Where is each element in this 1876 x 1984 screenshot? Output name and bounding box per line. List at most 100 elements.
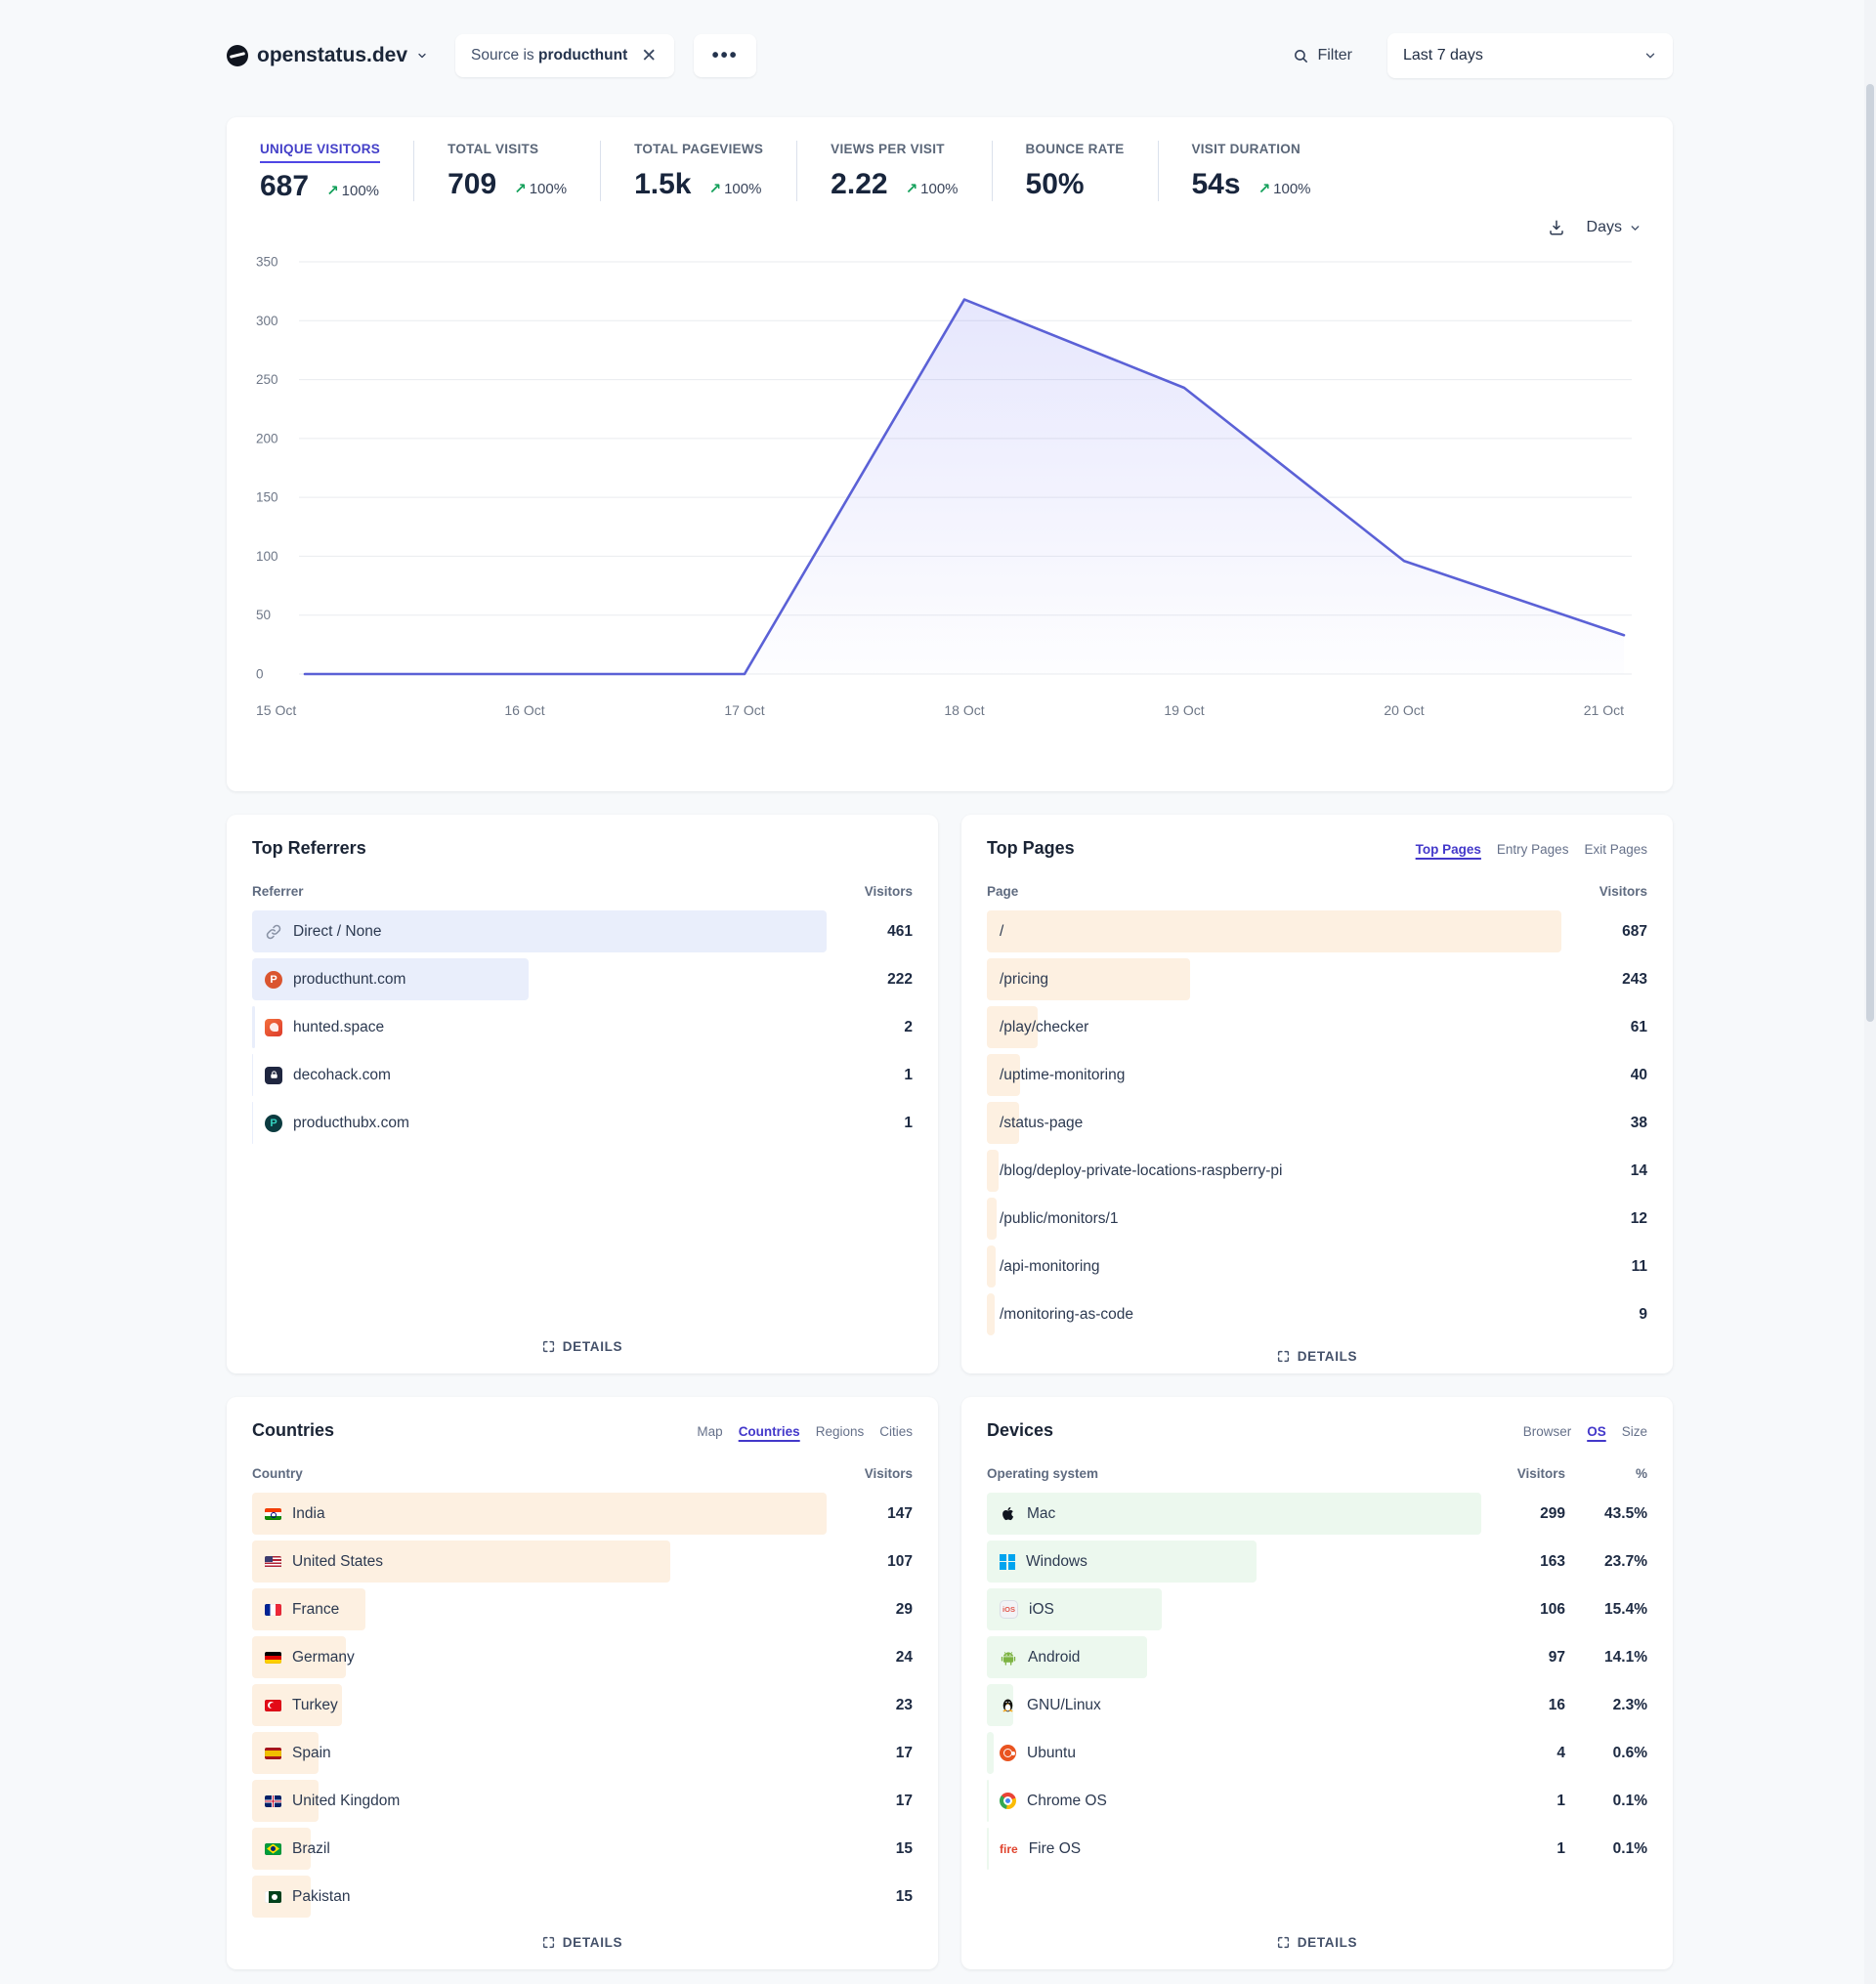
scrollbar-thumb[interactable] bbox=[1866, 84, 1874, 1022]
flag-pakistan-icon bbox=[265, 1891, 281, 1903]
list-item[interactable]: Turkey23 bbox=[252, 1684, 913, 1726]
tab-os[interactable]: OS bbox=[1587, 1424, 1606, 1439]
details-button[interactable]: DETAILS bbox=[542, 1331, 622, 1356]
list-item[interactable]: /status-page38 bbox=[987, 1102, 1647, 1144]
list-item[interactable]: Pproducthunt.com222 bbox=[252, 958, 913, 1000]
devices-list: Mac29943.5% Windows16323.7% iOSiOS10615.4%… bbox=[987, 1493, 1647, 1876]
list-item[interactable]: /uptime-monitoring40 bbox=[987, 1054, 1647, 1096]
cards-grid: Top Referrers ReferrerVisitors Direct / … bbox=[227, 815, 1673, 1969]
row-visitors: 17 bbox=[896, 1745, 913, 1762]
row-label: / bbox=[1000, 923, 1003, 941]
stat-visit-duration[interactable]: VISIT DURATION54s↗100% bbox=[1158, 141, 1344, 201]
list-item[interactable]: /blog/deploy-private-locations-raspberry… bbox=[987, 1150, 1647, 1192]
interval-select[interactable]: Days bbox=[1587, 219, 1642, 236]
list-item[interactable]: Pproducthubx.com1 bbox=[252, 1102, 913, 1144]
list-item[interactable]: India147 bbox=[252, 1493, 913, 1535]
search-icon bbox=[1293, 48, 1309, 64]
row-bar bbox=[252, 1828, 827, 1870]
list-item[interactable]: United Kingdom17 bbox=[252, 1780, 913, 1822]
list-item[interactable]: Pakistan15 bbox=[252, 1876, 913, 1918]
list-item[interactable]: Windows16323.7% bbox=[987, 1541, 1647, 1583]
list-item[interactable]: fireFire OS10.1% bbox=[987, 1828, 1647, 1870]
list-item[interactable]: France29 bbox=[252, 1588, 913, 1630]
tab-browser[interactable]: Browser bbox=[1523, 1424, 1572, 1439]
filter-chip-source[interactable]: Source is producthunt ✕ bbox=[455, 34, 674, 77]
row-label: producthunt.com bbox=[293, 971, 405, 989]
referrers-list: Direct / None461 Pproducthunt.com222 hunte… bbox=[252, 910, 913, 1150]
row-bar bbox=[252, 1684, 827, 1726]
area-chart: 05010015020025030035015 Oct16 Oct17 Oct1… bbox=[254, 240, 1643, 739]
countries-card: Countries MapCountriesRegionsCities Coun… bbox=[227, 1397, 938, 1969]
list-item[interactable]: United States107 bbox=[252, 1541, 913, 1583]
list-item[interactable]: /api-monitoring11 bbox=[987, 1245, 1647, 1287]
chevron-down-icon bbox=[416, 50, 428, 62]
list-item[interactable]: /public/monitors/112 bbox=[987, 1198, 1647, 1240]
list-item[interactable]: Ubuntu40.6% bbox=[987, 1732, 1647, 1774]
list-item[interactable]: decohack.com1 bbox=[252, 1054, 913, 1096]
date-range-select[interactable]: Last 7 days bbox=[1387, 33, 1673, 78]
details-button[interactable]: DETAILS bbox=[542, 1927, 622, 1952]
tab-countries[interactable]: Countries bbox=[739, 1424, 800, 1439]
flag-france-icon bbox=[265, 1604, 281, 1616]
row-percent: 0.6% bbox=[1565, 1745, 1647, 1762]
list-item[interactable]: Germany24 bbox=[252, 1636, 913, 1678]
tab-size[interactable]: Size bbox=[1622, 1424, 1647, 1439]
stat-views-per-visit[interactable]: VIEWS PER VISIT2.22↗100% bbox=[796, 141, 991, 201]
row-visitors: 1 bbox=[1556, 1840, 1565, 1858]
row-label: /status-page bbox=[1000, 1115, 1083, 1132]
scrollbar-track[interactable] bbox=[1864, 0, 1876, 1984]
stat-total-pageviews[interactable]: TOTAL PAGEVIEWS1.5k↗100% bbox=[600, 141, 796, 201]
details-button[interactable]: DETAILS bbox=[1277, 1927, 1357, 1952]
huntedspace-icon bbox=[265, 1019, 282, 1036]
tab-cities[interactable]: Cities bbox=[879, 1424, 913, 1439]
list-item[interactable]: /687 bbox=[987, 910, 1647, 952]
site-selector[interactable]: openstatus.dev bbox=[227, 44, 428, 67]
stat-bounce-rate[interactable]: BOUNCE RATE50% bbox=[992, 141, 1158, 201]
details-button[interactable]: DETAILS bbox=[1277, 1341, 1357, 1366]
row-label: Ubuntu bbox=[1027, 1745, 1076, 1762]
svg-text:20 Oct: 20 Oct bbox=[1384, 702, 1424, 718]
list-item[interactable]: /play/checker61 bbox=[987, 1006, 1647, 1048]
list-item[interactable]: Mac29943.5% bbox=[987, 1493, 1647, 1535]
list-item[interactable]: /monitoring-as-code9 bbox=[987, 1293, 1647, 1335]
tab-entry-pages[interactable]: Entry Pages bbox=[1497, 842, 1569, 857]
row-label: /pricing bbox=[1000, 971, 1048, 989]
list-item[interactable]: iOSiOS10615.4% bbox=[987, 1588, 1647, 1630]
row-label: /play/checker bbox=[1000, 1019, 1088, 1036]
list-item[interactable]: GNU/Linux162.3% bbox=[987, 1684, 1647, 1726]
row-label: Android bbox=[1028, 1649, 1080, 1667]
stat-total-visits[interactable]: TOTAL VISITS709↗100% bbox=[413, 141, 600, 201]
more-options-button[interactable]: ••• bbox=[694, 34, 756, 77]
stat-delta: ↗100% bbox=[906, 180, 959, 197]
row-visitors: 14 bbox=[1631, 1162, 1647, 1180]
list-item[interactable]: Spain17 bbox=[252, 1732, 913, 1774]
flag-india-icon bbox=[265, 1508, 281, 1520]
list-item[interactable]: Direct / None461 bbox=[252, 910, 913, 952]
filter-button[interactable]: Filter bbox=[1293, 47, 1352, 64]
trend-up-icon: ↗ bbox=[1258, 180, 1271, 197]
tab-top-pages[interactable]: Top Pages bbox=[1416, 842, 1481, 857]
link-icon bbox=[265, 923, 282, 941]
row-label: GNU/Linux bbox=[1027, 1697, 1101, 1714]
list-item[interactable]: /pricing243 bbox=[987, 958, 1647, 1000]
tab-exit-pages[interactable]: Exit Pages bbox=[1584, 842, 1647, 857]
countries-list: India147 United States107 France29 Germany2… bbox=[252, 1493, 913, 1923]
tab-regions[interactable]: Regions bbox=[816, 1424, 865, 1439]
stat-delta: ↗100% bbox=[514, 180, 567, 197]
apple-icon bbox=[1000, 1505, 1016, 1522]
svg-text:16 Oct: 16 Oct bbox=[504, 702, 544, 718]
row-label: Pakistan bbox=[292, 1888, 350, 1906]
remove-filter-icon[interactable]: ✕ bbox=[639, 47, 659, 65]
list-item[interactable]: Chrome OS10.1% bbox=[987, 1780, 1647, 1822]
svg-text:250: 250 bbox=[256, 372, 278, 387]
row-visitors: 163 bbox=[1540, 1553, 1565, 1571]
tab-map[interactable]: Map bbox=[697, 1424, 722, 1439]
site-name: openstatus.dev bbox=[257, 44, 407, 67]
stat-value: 54s bbox=[1192, 168, 1241, 201]
stat-unique-visitors[interactable]: UNIQUE VISITORS687↗100% bbox=[254, 141, 413, 203]
list-item[interactable]: Brazil15 bbox=[252, 1828, 913, 1870]
list-item[interactable]: hunted.space2 bbox=[252, 1006, 913, 1048]
download-button[interactable] bbox=[1548, 219, 1565, 236]
list-item[interactable]: Android9714.1% bbox=[987, 1636, 1647, 1678]
ios-icon: iOS bbox=[1000, 1600, 1018, 1619]
